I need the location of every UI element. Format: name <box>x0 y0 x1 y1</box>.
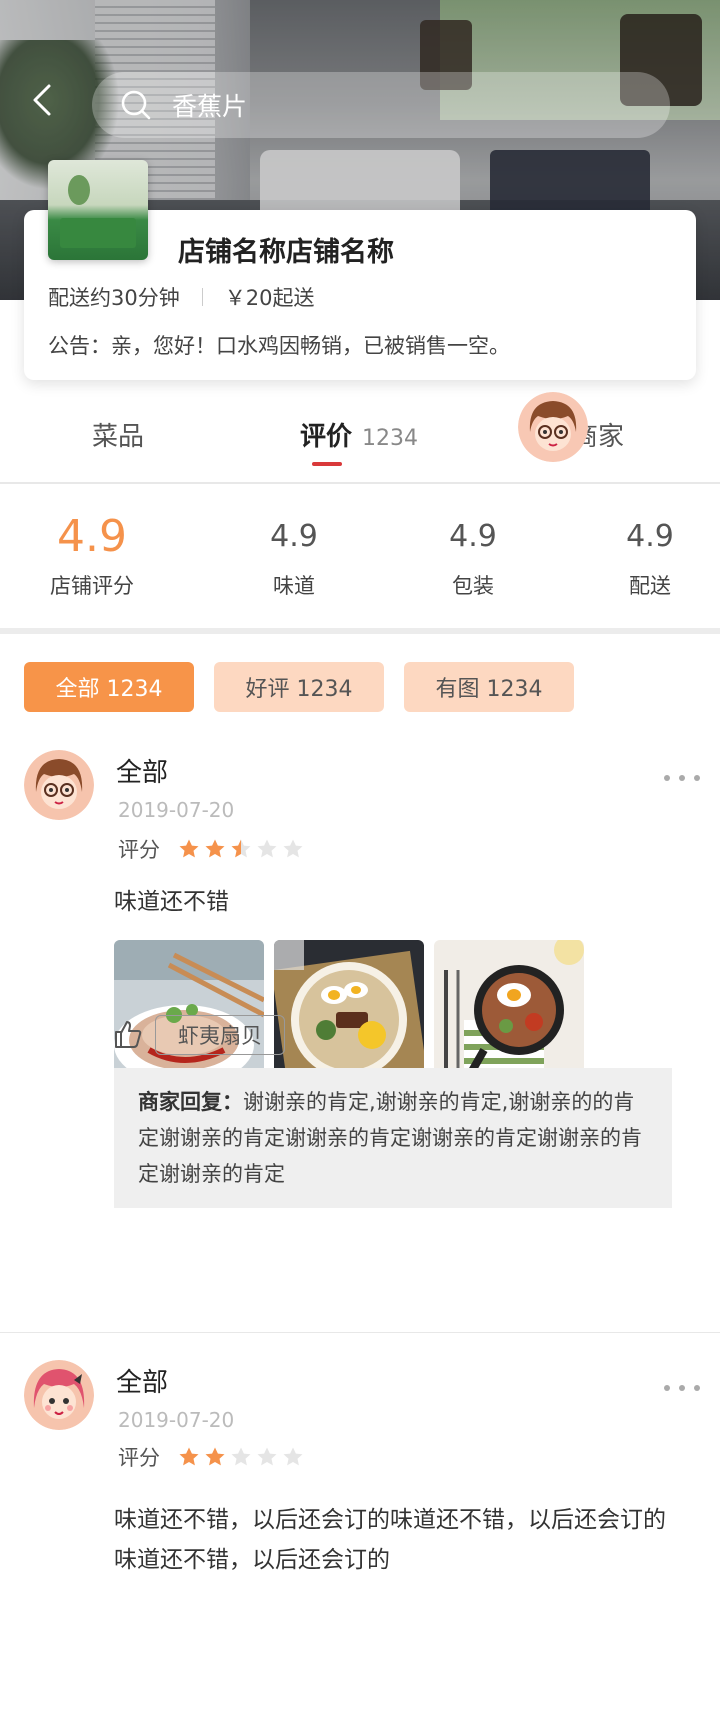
filter-good[interactable]: 好评 1234 <box>214 662 384 712</box>
store-thumbnail <box>48 160 148 260</box>
taste-rating-value: 4.9 <box>270 519 318 554</box>
dot-icon <box>694 1385 700 1391</box>
min-order: ￥20起送 <box>224 286 315 310</box>
packaging-rating: 4.9 包装 <box>413 510 533 600</box>
star-icon <box>205 839 225 858</box>
search-input[interactable]: 香蕉片 <box>92 72 670 138</box>
ratings-summary: 4.9 店铺评分 4.9 味道 4.9 包装 4.9 配送 <box>0 484 720 630</box>
merchant-reply-label: 商家回复： <box>138 1090 243 1114</box>
floating-avatar[interactable] <box>518 392 588 462</box>
review-divider <box>0 1332 720 1333</box>
tab-reviews[interactable]: 评价 1234 <box>300 416 418 453</box>
overall-rating: 4.9 店铺评分 <box>32 510 152 600</box>
search-icon <box>121 90 151 120</box>
tab-reviews-label: 评价 <box>300 422 353 452</box>
avatar-girl-pink-hair-icon <box>24 1360 94 1430</box>
star-icon <box>205 1447 225 1466</box>
delivery-rating-value: 4.9 <box>626 519 674 554</box>
more-options-button[interactable] <box>664 770 700 786</box>
merchant-reply: 商家回复：谢谢亲的肯定,谢谢亲的肯定,谢谢亲的的肯定谢谢亲的肯定谢谢亲的肯定谢谢… <box>114 1068 672 1208</box>
chevron-left-icon <box>33 84 51 116</box>
star-icon <box>257 839 277 858</box>
dot-icon <box>694 775 700 781</box>
search-text: 香蕉片 <box>172 92 248 121</box>
packaging-rating-label: 包装 <box>452 574 494 598</box>
ratings-divider <box>0 628 720 634</box>
review-date: 2019-07-20 <box>118 1408 235 1432</box>
back-button[interactable] <box>24 80 60 120</box>
avatar <box>24 750 94 820</box>
score-label: 评分 <box>118 1446 160 1470</box>
review-text: 味道还不错 <box>114 889 229 915</box>
reviewer-name: 全部 <box>116 1368 169 1398</box>
taste-rating-label: 味道 <box>273 574 315 598</box>
star-icon <box>283 839 303 858</box>
overall-rating-label: 店铺评分 <box>50 574 134 598</box>
dish-tag[interactable]: 虾夷扇贝 <box>155 1015 285 1055</box>
filter-with-images[interactable]: 有图 1234 <box>404 662 574 712</box>
star-icon <box>231 839 251 858</box>
tab-bar: 菜品 评价 1234 商家 <box>0 396 720 484</box>
review-date: 2019-07-20 <box>118 798 235 822</box>
store-info-card: 店铺名称店铺名称 配送约30分钟 ￥20起送 公告：亲，您好！口水鸡因畅销，已被… <box>24 160 696 380</box>
score-label: 评分 <box>118 838 160 862</box>
dot-icon <box>664 1385 670 1391</box>
overall-rating-value: 4.9 <box>57 511 127 562</box>
tab-reviews-count: 1234 <box>362 426 419 451</box>
taste-rating: 4.9 味道 <box>234 510 354 600</box>
delivery-rating: 4.9 配送 <box>590 510 710 600</box>
star-rating <box>178 1446 308 1468</box>
avatar <box>24 1360 94 1430</box>
filter-all[interactable]: 全部 1234 <box>24 662 194 712</box>
delivery-rating-label: 配送 <box>629 574 671 598</box>
dot-icon <box>664 775 670 781</box>
packaging-rating-value: 4.9 <box>449 519 497 554</box>
avatar-girl-glasses-icon <box>24 750 94 820</box>
star-icon <box>179 1447 199 1466</box>
tab-dishes[interactable]: 菜品 <box>92 416 144 453</box>
more-options-button[interactable] <box>664 1380 700 1396</box>
reviewer-name: 全部 <box>116 758 169 788</box>
avatar-girl-glasses-icon <box>518 392 588 462</box>
star-rating <box>178 838 308 860</box>
active-tab-indicator <box>312 462 342 466</box>
store-notice: 公告：亲，您好！口水鸡因畅销，已被销售一空。 <box>48 334 510 358</box>
star-icon <box>257 1447 277 1466</box>
star-icon <box>231 1447 251 1466</box>
store-name: 店铺名称店铺名称 <box>178 237 394 268</box>
dot-icon <box>679 1385 685 1391</box>
meta-divider <box>201 288 203 306</box>
thumbs-up-icon[interactable] <box>112 1018 144 1050</box>
dot-icon <box>679 775 685 781</box>
review-text: 味道还不错，以后还会订的味道还不错，以后还会订的味道还不错，以后还会订的 <box>114 1507 666 1573</box>
star-icon <box>283 1447 303 1466</box>
store-meta: 配送约30分钟 ￥20起送 <box>48 282 314 312</box>
delivery-time: 配送约30分钟 <box>48 286 180 310</box>
star-icon <box>179 839 199 858</box>
